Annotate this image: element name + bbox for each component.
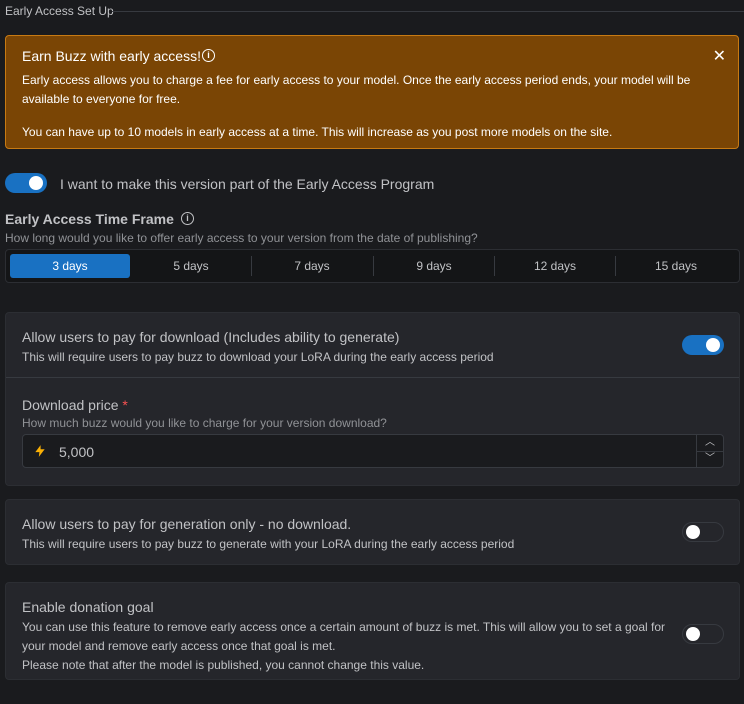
download-card: Allow users to pay for download (Include… — [5, 312, 740, 486]
download-price-label-text: Download price — [22, 397, 119, 413]
section-legend: Early Access Set Up — [5, 4, 114, 18]
download-price-value[interactable]: 5,000 — [59, 444, 94, 460]
early-access-toggle-label: I want to make this version part of the … — [60, 176, 435, 192]
generation-title: Allow users to pay for generation only -… — [22, 516, 352, 532]
time-frame-option-3-days[interactable]: 3 days — [10, 254, 130, 278]
alert-paragraph-1: Early access allows you to charge a fee … — [22, 73, 691, 106]
download-toggle[interactable] — [682, 335, 724, 355]
download-title: Allow users to pay for download (Include… — [22, 329, 400, 345]
close-icon[interactable]: ✕ — [713, 46, 726, 66]
time-frame-description: How long would you like to offer early a… — [5, 231, 478, 245]
price-stepper: ︿ ﹀ — [696, 435, 723, 467]
lightning-bolt-icon — [35, 445, 45, 457]
download-price-input[interactable]: 5,000 ︿ ﹀ — [22, 434, 724, 468]
chevron-up-icon[interactable]: ︿ — [697, 435, 723, 452]
toggle-knob — [29, 176, 43, 190]
alert-paragraph-2: You can have up to 10 models in early ac… — [22, 125, 613, 139]
toggle-knob — [686, 627, 700, 641]
card-divider — [6, 377, 739, 378]
donation-description-line-2: your model and remove early access once … — [22, 639, 336, 653]
toggle-knob — [686, 525, 700, 539]
time-frame-option-15-days[interactable]: 15 days — [616, 254, 736, 278]
alert-title: Earn Buzz with early access! — [22, 48, 201, 64]
required-mark: * — [122, 397, 128, 413]
donation-description-line-3: Please note that after the model is publ… — [22, 658, 425, 672]
time-frame-option-12-days[interactable]: 12 days — [495, 254, 615, 278]
donation-description-line-1: You can use this feature to remove early… — [22, 620, 665, 634]
generation-toggle[interactable] — [682, 522, 724, 542]
download-price-label: Download price * — [22, 397, 128, 413]
legend-divider — [112, 11, 744, 12]
generation-card: Allow users to pay for generation only -… — [5, 499, 740, 565]
info-icon[interactable]: i — [181, 212, 194, 225]
donation-toggle[interactable] — [682, 624, 724, 644]
time-frame-option-9-days[interactable]: 9 days — [374, 254, 494, 278]
time-frame-option-7-days[interactable]: 7 days — [252, 254, 372, 278]
generation-description: This will require users to pay buzz to g… — [22, 537, 515, 551]
toggle-knob — [706, 338, 720, 352]
chevron-down-icon[interactable]: ﹀ — [697, 451, 723, 467]
info-icon: i — [202, 49, 215, 62]
time-frame-selector: 3 days 5 days 7 days 9 days 12 days 15 d… — [5, 249, 740, 283]
early-access-toggle[interactable] — [5, 173, 47, 193]
time-frame-option-5-days[interactable]: 5 days — [131, 254, 251, 278]
early-access-alert: Earn Buzz with early access! i ✕ Early a… — [5, 35, 739, 149]
time-frame-title: Early Access Time Frame — [5, 211, 174, 227]
section-legend-row: Early Access Set Up — [0, 0, 744, 22]
download-description: This will require users to pay buzz to d… — [22, 350, 494, 364]
donation-title: Enable donation goal — [22, 599, 154, 615]
download-price-description: How much buzz would you like to charge f… — [22, 416, 387, 430]
donation-card: Enable donation goal You can use this fe… — [5, 582, 740, 680]
